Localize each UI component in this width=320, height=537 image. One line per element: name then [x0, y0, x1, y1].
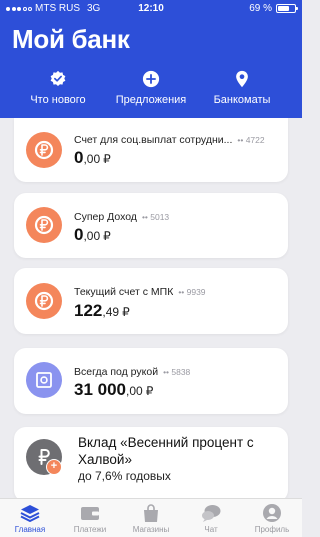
- whats-new-button[interactable]: Что нового: [8, 70, 108, 106]
- account-name: Всегда под рукой: [74, 366, 159, 378]
- account-name-row: Всегда под рукой •• 5838: [74, 366, 190, 378]
- account-name: Счет для соц.выплат сотрудни...: [74, 134, 233, 146]
- profile-icon: [263, 504, 281, 522]
- shopping-bag-icon: [144, 504, 158, 522]
- account-name: Текущий счет с МПК: [74, 286, 174, 298]
- account-number-mask: •• 5838: [163, 367, 191, 377]
- status-bar: MTS RUS 3G 12:10 69 %: [0, 0, 302, 18]
- battery-icon: [276, 4, 298, 13]
- currency-symbol: ₽: [103, 229, 111, 243]
- layers-icon: [20, 505, 40, 522]
- account-card[interactable]: Супер Доход •• 5013 0,00 ₽: [14, 193, 288, 258]
- tab-home[interactable]: Главная: [0, 503, 60, 534]
- chat-bubbles-icon: [202, 505, 221, 522]
- plus-badge-icon: +: [46, 459, 62, 475]
- whats-new-label: Что нового: [30, 94, 86, 106]
- tab-chat[interactable]: Чат: [181, 503, 241, 534]
- battery-info: 69 %: [249, 3, 298, 14]
- battery-level: [278, 6, 290, 11]
- promo-deposit-card[interactable]: + Вклад «Весенний процент с Халвой» до 7…: [14, 427, 288, 498]
- account-name-row: Счет для соц.выплат сотрудни... •• 4722: [74, 134, 265, 146]
- map-pin-icon: [236, 70, 248, 88]
- tab-payments-label: Платежи: [73, 525, 107, 534]
- tab-chat-label: Чат: [204, 525, 218, 534]
- offers-button[interactable]: Предложения: [101, 70, 201, 106]
- currency-symbol: ₽: [145, 384, 154, 398]
- battery-percent: 69 %: [249, 3, 272, 14]
- accounts-list[interactable]: Счет для соц.выплат сотрудни... •• 4722 …: [0, 118, 302, 498]
- account-number-mask: •• 4722: [237, 135, 265, 145]
- wallet-icon: [81, 507, 99, 520]
- app-header: MTS RUS 3G 12:10 69 % Мой банк Что новог…: [0, 0, 302, 118]
- currency-symbol: ₽: [122, 305, 130, 319]
- account-name: Супер Доход: [74, 211, 137, 223]
- account-card[interactable]: Всегда под рукой •• 5838 31 000,00 ₽: [14, 348, 288, 414]
- ruble-coin-icon: [26, 207, 62, 243]
- balance-integer: 122: [74, 301, 103, 320]
- balance-decimal: ,49: [102, 305, 120, 319]
- tab-profile-label: Профиль: [254, 525, 290, 534]
- tab-home-label: Главная: [14, 525, 46, 534]
- tab-payments[interactable]: Платежи: [60, 503, 120, 534]
- account-balance: 31 000,00 ₽: [74, 380, 153, 400]
- balance-decimal: ,00: [83, 152, 101, 166]
- account-number-mask: •• 9939: [178, 287, 206, 297]
- account-name-row: Текущий счет с МПК •• 9939: [74, 286, 206, 298]
- ruble-coin-icon: [26, 132, 62, 168]
- tab-shops-label: Магазины: [132, 525, 170, 534]
- atms-button[interactable]: Банкоматы: [192, 70, 292, 106]
- offers-label: Предложения: [115, 94, 187, 106]
- account-balance: 0,00 ₽: [74, 225, 111, 245]
- check-badge-icon: [50, 70, 66, 87]
- tab-bar: Главная Платежи Магазины Чат Профиль: [0, 498, 302, 537]
- page-title: Мой банк: [12, 24, 130, 54]
- atms-label: Банкоматы: [213, 94, 271, 106]
- currency-symbol: ₽: [103, 152, 111, 166]
- tab-shops[interactable]: Магазины: [121, 503, 181, 534]
- balance-decimal: ,00: [126, 384, 143, 398]
- account-balance: 122,49 ₽: [74, 301, 130, 321]
- account-name-row: Супер Доход •• 5013: [74, 211, 169, 223]
- promo-rate: до 7,6% годовых: [78, 469, 171, 483]
- account-card[interactable]: Текущий счет с МПК •• 9939 122,49 ₽: [14, 268, 288, 334]
- safe-icon: [26, 362, 62, 398]
- balance-integer: 31 000: [74, 380, 126, 399]
- promo-title: Вклад «Весенний процент с Халвой»: [78, 435, 254, 467]
- plus-circle-icon: [142, 70, 160, 88]
- account-card[interactable]: Счет для соц.выплат сотрудни... •• 4722 …: [14, 118, 288, 182]
- account-balance: 0,00 ₽: [74, 148, 111, 168]
- quick-actions: Что нового Предложения Банкоматы: [0, 70, 302, 112]
- account-number-mask: •• 5013: [141, 212, 170, 222]
- balance-decimal: ,00: [83, 229, 101, 243]
- tab-profile[interactable]: Профиль: [242, 503, 302, 534]
- ruble-coin-icon: [26, 283, 62, 319]
